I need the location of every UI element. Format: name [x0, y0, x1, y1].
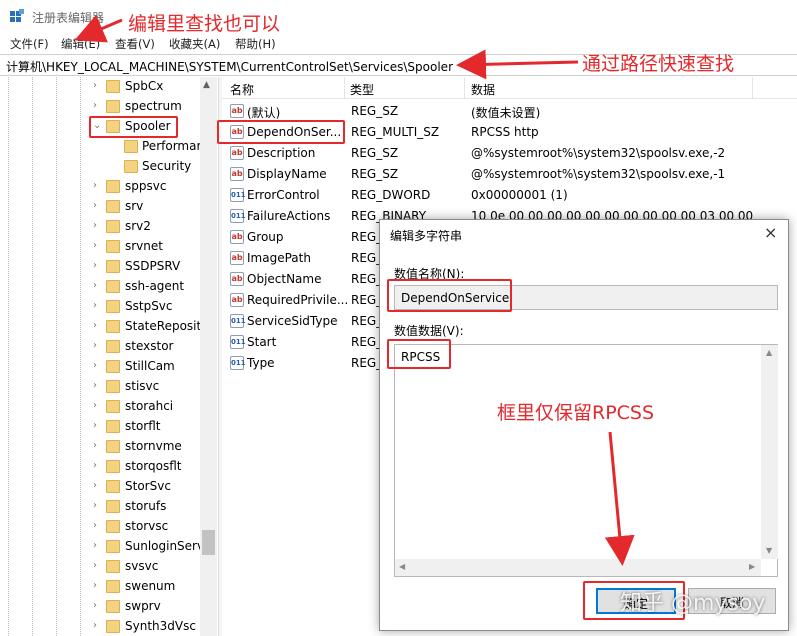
- watermark: 知乎 @mysoy: [620, 591, 766, 616]
- arrow-to-address-bar: [456, 49, 579, 80]
- arrow-to-edit-menu: [74, 14, 123, 43]
- annotation-keep: 框里仅保留RPCSS: [497, 402, 655, 424]
- arrow-to-ok-button: [604, 431, 635, 566]
- annotation-edit-menu: 编辑里查找也可以: [128, 13, 281, 35]
- annotation-arrows: [74, 14, 635, 566]
- annotation-path: 通过路径快速查找: [582, 53, 735, 75]
